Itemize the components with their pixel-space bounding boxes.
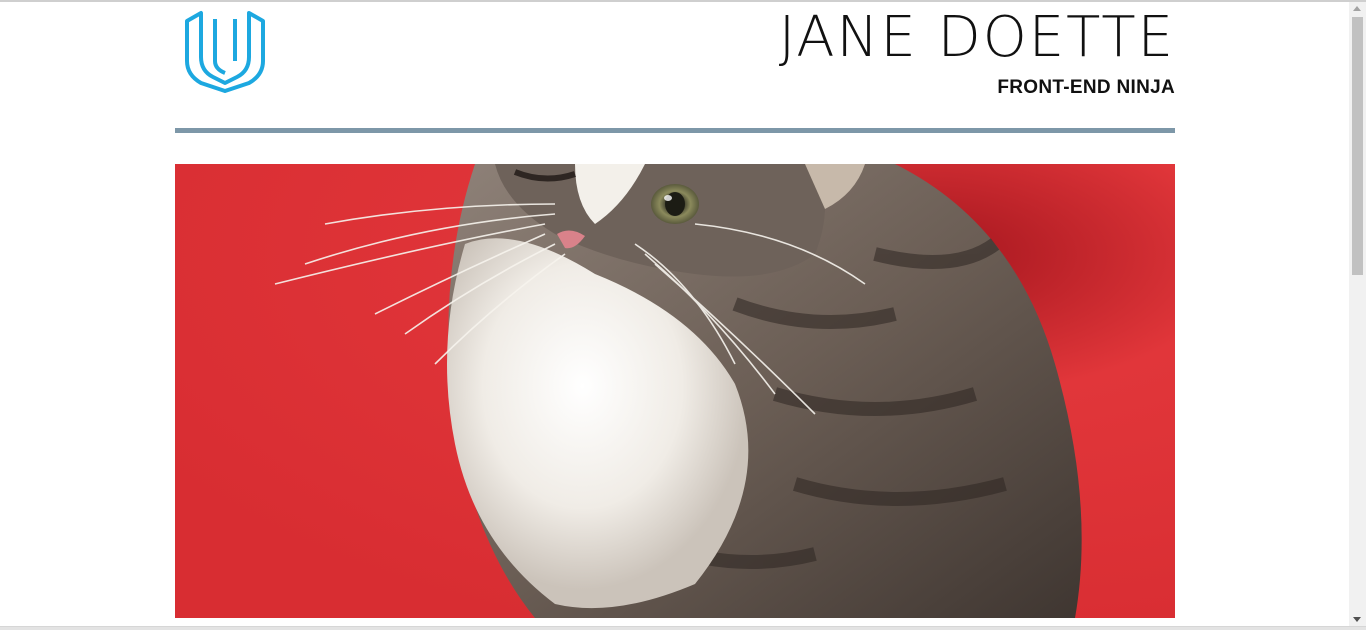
site-subtitle: FRONT-END NINJA bbox=[997, 77, 1175, 98]
scroll-up-icon[interactable] bbox=[1353, 6, 1361, 11]
page-container: JANE DOETTE FRONT-END NINJA bbox=[175, 0, 1175, 626]
kitten-photo bbox=[175, 164, 1175, 618]
udacity-logo-icon[interactable] bbox=[183, 9, 267, 93]
site-title: JANE DOETTE bbox=[778, 5, 1175, 70]
vertical-scrollbar[interactable] bbox=[1349, 2, 1366, 626]
header-divider bbox=[175, 128, 1175, 133]
window-bottom-border bbox=[0, 626, 1366, 630]
browser-viewport: JANE DOETTE FRONT-END NINJA bbox=[0, 0, 1366, 630]
scrollbar-thumb[interactable] bbox=[1352, 17, 1363, 275]
scroll-down-icon[interactable] bbox=[1353, 617, 1361, 622]
hero-image bbox=[175, 164, 1175, 618]
